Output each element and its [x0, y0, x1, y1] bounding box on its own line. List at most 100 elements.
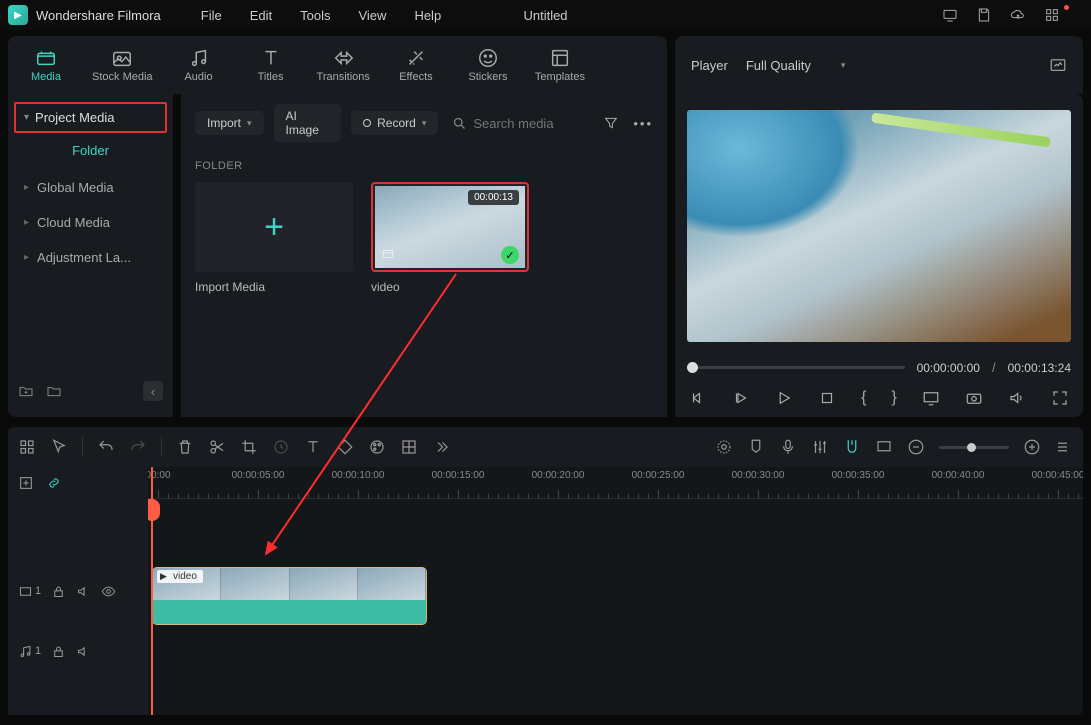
target-icon[interactable]: [715, 438, 733, 456]
search-icon: [452, 116, 467, 131]
ruler-label: 00:00:20:00: [532, 470, 585, 481]
redo-icon[interactable]: [129, 438, 147, 456]
record-button[interactable]: Record▾: [351, 111, 438, 135]
snap-icon[interactable]: [843, 438, 861, 456]
undo-icon[interactable]: [97, 438, 115, 456]
cloud-upload-icon[interactable]: [1010, 7, 1026, 23]
tab-titles[interactable]: Titles: [245, 47, 297, 83]
scrubber[interactable]: [687, 366, 905, 369]
ruler-label: 00:00:30:00: [732, 470, 785, 481]
grid-icon[interactable]: [18, 438, 36, 456]
cursor-icon[interactable]: [50, 438, 68, 456]
lock-icon[interactable]: [51, 644, 66, 659]
sidebar-cloud-media[interactable]: Cloud Media: [14, 205, 167, 240]
tab-audio[interactable]: Audio: [173, 47, 225, 83]
lock-icon[interactable]: [51, 584, 66, 599]
menu-tools[interactable]: Tools: [300, 8, 330, 23]
apps-icon[interactable]: [1044, 7, 1060, 23]
ruler-label: 00:00:05:00: [232, 470, 285, 481]
menu-help[interactable]: Help: [414, 8, 441, 23]
ruler-label: 00:00:45:00: [1032, 470, 1083, 481]
tracks-icon[interactable]: [1055, 438, 1073, 456]
quality-select[interactable]: Full Quality▾: [746, 58, 846, 73]
total-time: 00:00:13:24: [1008, 361, 1071, 375]
prev-frame-icon[interactable]: [689, 389, 707, 407]
project-media-item[interactable]: Project Media: [14, 102, 167, 133]
stop-icon[interactable]: [818, 389, 836, 407]
menu-file[interactable]: File: [201, 8, 222, 23]
color-icon[interactable]: [368, 438, 386, 456]
screen-icon[interactable]: [875, 438, 893, 456]
import-media-tile[interactable]: + Import Media: [195, 182, 353, 294]
tab-transitions[interactable]: Transitions: [317, 47, 370, 83]
visibility-icon[interactable]: [101, 584, 116, 599]
tab-effects[interactable]: Effects: [390, 47, 442, 83]
ruler-label: 00:00:25:00: [632, 470, 685, 481]
zoom-in-icon[interactable]: [1023, 438, 1041, 456]
mark-out-icon[interactable]: }: [892, 389, 897, 407]
play-backward-icon[interactable]: [732, 389, 750, 407]
zoom-slider[interactable]: [939, 446, 1009, 449]
mixer-icon[interactable]: [811, 438, 829, 456]
snapshot-icon[interactable]: [1049, 56, 1067, 74]
plus-icon: +: [264, 208, 284, 247]
tab-media[interactable]: Media: [20, 47, 72, 83]
timeline-canvas[interactable]: 00:0000:00:05:0000:00:10:0000:00:15:0000…: [148, 467, 1083, 715]
play-icon[interactable]: [775, 389, 793, 407]
ruler-label: 00:00:40:00: [932, 470, 985, 481]
more-options-icon[interactable]: •••: [633, 116, 653, 131]
duration-badge: 00:00:13: [468, 190, 519, 205]
save-icon[interactable]: [976, 7, 992, 23]
ruler-label: 00:00:15:00: [432, 470, 485, 481]
menu-view[interactable]: View: [358, 8, 386, 23]
search-input[interactable]: [473, 116, 593, 131]
tab-stickers[interactable]: Stickers: [462, 47, 514, 83]
keyframe-icon[interactable]: [336, 438, 354, 456]
tab-stock-media[interactable]: Stock Media: [92, 47, 153, 83]
preview-viewport[interactable]: [687, 110, 1071, 342]
timeline-clip[interactable]: video: [152, 567, 427, 625]
text-icon[interactable]: [304, 438, 322, 456]
mark-in-icon[interactable]: {: [861, 389, 866, 407]
playhead[interactable]: [151, 467, 153, 715]
current-time: 00:00:00:00: [917, 361, 980, 375]
notification-dot: [1064, 5, 1069, 10]
sidebar-global-media[interactable]: Global Media: [14, 170, 167, 205]
zoom-out-icon[interactable]: [907, 438, 925, 456]
more-tools-icon[interactable]: [432, 438, 450, 456]
ruler-label: 00:00:35:00: [832, 470, 885, 481]
video-media-tile[interactable]: 00:00:13 ✓ video: [371, 182, 529, 294]
folder-icon[interactable]: [46, 383, 62, 399]
display-icon[interactable]: [922, 389, 940, 407]
cut-icon[interactable]: [208, 438, 226, 456]
new-folder-icon[interactable]: [18, 383, 34, 399]
mute-icon[interactable]: [76, 584, 91, 599]
collapse-sidebar-icon[interactable]: ‹: [143, 381, 163, 401]
filter-icon[interactable]: [603, 115, 619, 131]
app-logo: [8, 5, 28, 25]
sidebar-adjustment-layer[interactable]: Adjustment La...: [14, 240, 167, 275]
crop-icon[interactable]: [240, 438, 258, 456]
add-track-icon[interactable]: [18, 475, 34, 491]
link-icon[interactable]: [46, 475, 62, 491]
marker-icon[interactable]: [747, 438, 765, 456]
grid2-icon[interactable]: [400, 438, 418, 456]
menu-edit[interactable]: Edit: [250, 8, 272, 23]
fullscreen-icon[interactable]: [1051, 389, 1069, 407]
ai-image-button[interactable]: AI Image: [274, 104, 342, 142]
document-title: Untitled: [523, 8, 567, 23]
audio-track-header[interactable]: 1: [8, 621, 148, 681]
folder-label[interactable]: Folder: [14, 133, 167, 170]
delete-icon[interactable]: [176, 438, 194, 456]
volume-icon[interactable]: [1008, 389, 1026, 407]
speed-icon[interactable]: [272, 438, 290, 456]
app-name: Wondershare Filmora: [36, 8, 161, 23]
import-button[interactable]: Import▾: [195, 111, 264, 135]
mic-icon[interactable]: [779, 438, 797, 456]
camera-icon[interactable]: [965, 389, 983, 407]
tab-templates[interactable]: Templates: [534, 47, 586, 83]
device-icon[interactable]: [942, 7, 958, 23]
video-track-header[interactable]: 1: [8, 561, 148, 621]
mute-icon[interactable]: [76, 644, 91, 659]
ruler-label: 00:00:10:00: [332, 470, 385, 481]
